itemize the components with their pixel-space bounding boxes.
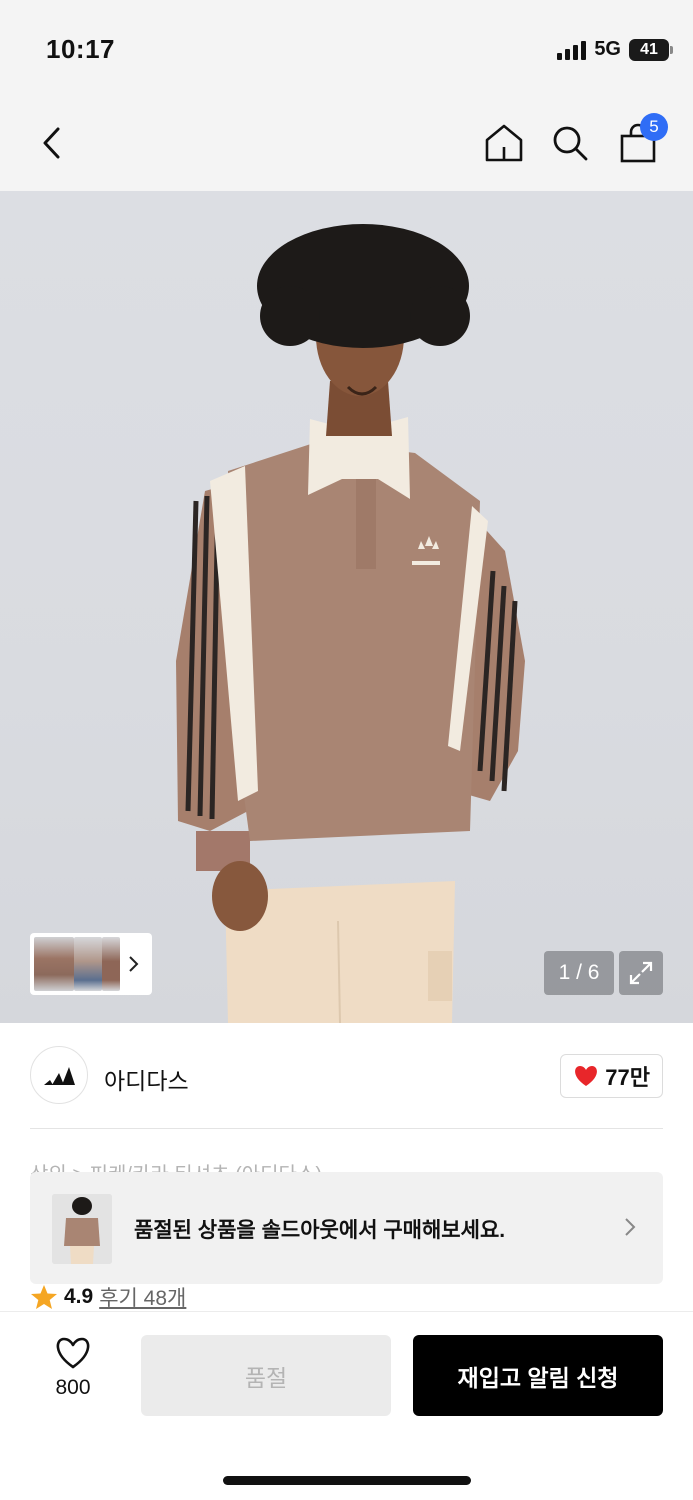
chevron-right-icon bbox=[129, 956, 139, 972]
soldout-banner-text: 품절된 상품을 솔드아웃에서 구매해보세요. bbox=[134, 1219, 506, 1242]
battery-level: 41 bbox=[640, 40, 658, 58]
soldout-button: 품절 bbox=[141, 1335, 391, 1416]
top-nav-bar: 5 bbox=[0, 95, 693, 191]
thumbnail[interactable] bbox=[34, 937, 74, 991]
star-icon bbox=[31, 1285, 57, 1309]
home-icon bbox=[485, 124, 523, 162]
thumbnail-strip[interactable] bbox=[30, 933, 152, 995]
banner-thumbnail bbox=[52, 1194, 112, 1264]
divider bbox=[30, 1128, 663, 1129]
signal-icon bbox=[557, 40, 587, 60]
adidas-logo-icon bbox=[44, 1067, 75, 1085]
cart-count-badge: 5 bbox=[640, 113, 668, 141]
bottom-action-bar: 800 품절 재입고 알림 신청 bbox=[0, 1311, 693, 1500]
status-bar: 10:17 5G 41 bbox=[0, 0, 693, 95]
cart-button[interactable]: 5 bbox=[612, 113, 668, 169]
expand-button[interactable] bbox=[619, 951, 663, 995]
thumbnail[interactable] bbox=[74, 937, 102, 991]
image-page-counter: 1 / 6 bbox=[544, 951, 614, 995]
search-button[interactable] bbox=[544, 117, 596, 169]
brand-logo[interactable] bbox=[30, 1046, 88, 1104]
network-label: 5G bbox=[594, 38, 621, 60]
brand-like-count: 77만 bbox=[605, 1065, 650, 1090]
home-indicator bbox=[223, 1476, 471, 1485]
wishlist-count: 800 bbox=[55, 1376, 91, 1399]
chevron-right-icon bbox=[625, 1218, 636, 1236]
product-photo bbox=[176, 224, 525, 1023]
restock-alert-button[interactable]: 재입고 알림 신청 bbox=[413, 1335, 663, 1416]
expand-icon bbox=[629, 961, 653, 985]
status-time: 10:17 bbox=[46, 34, 115, 64]
rating-score: 4.9 bbox=[64, 1285, 94, 1308]
brand-name[interactable]: 아디다스 bbox=[104, 1062, 189, 1096]
search-icon bbox=[553, 126, 588, 161]
thumbnail[interactable] bbox=[102, 937, 120, 991]
battery-icon: 41 bbox=[629, 38, 673, 61]
heart-filled-icon bbox=[575, 1066, 598, 1086]
brand-like-button[interactable]: 77만 bbox=[560, 1054, 663, 1098]
soldout-banner[interactable]: 품절된 상품을 솔드아웃에서 구매해보세요. bbox=[30, 1172, 663, 1284]
brand-row: 아디다스 77만 bbox=[30, 1046, 663, 1106]
wishlist-button[interactable]: 800 bbox=[40, 1336, 106, 1406]
chevron-left-icon bbox=[43, 127, 60, 159]
review-count-link[interactable]: 후기 48개 bbox=[99, 1282, 186, 1312]
status-indicators: 5G 41 bbox=[557, 38, 673, 61]
home-button[interactable] bbox=[478, 117, 530, 169]
back-button[interactable] bbox=[26, 117, 78, 169]
heart-outline-icon bbox=[56, 1337, 90, 1369]
product-image[interactable]: 1 / 6 bbox=[0, 191, 693, 1023]
rating-row: 4.9 후기 48개 bbox=[30, 1282, 186, 1312]
